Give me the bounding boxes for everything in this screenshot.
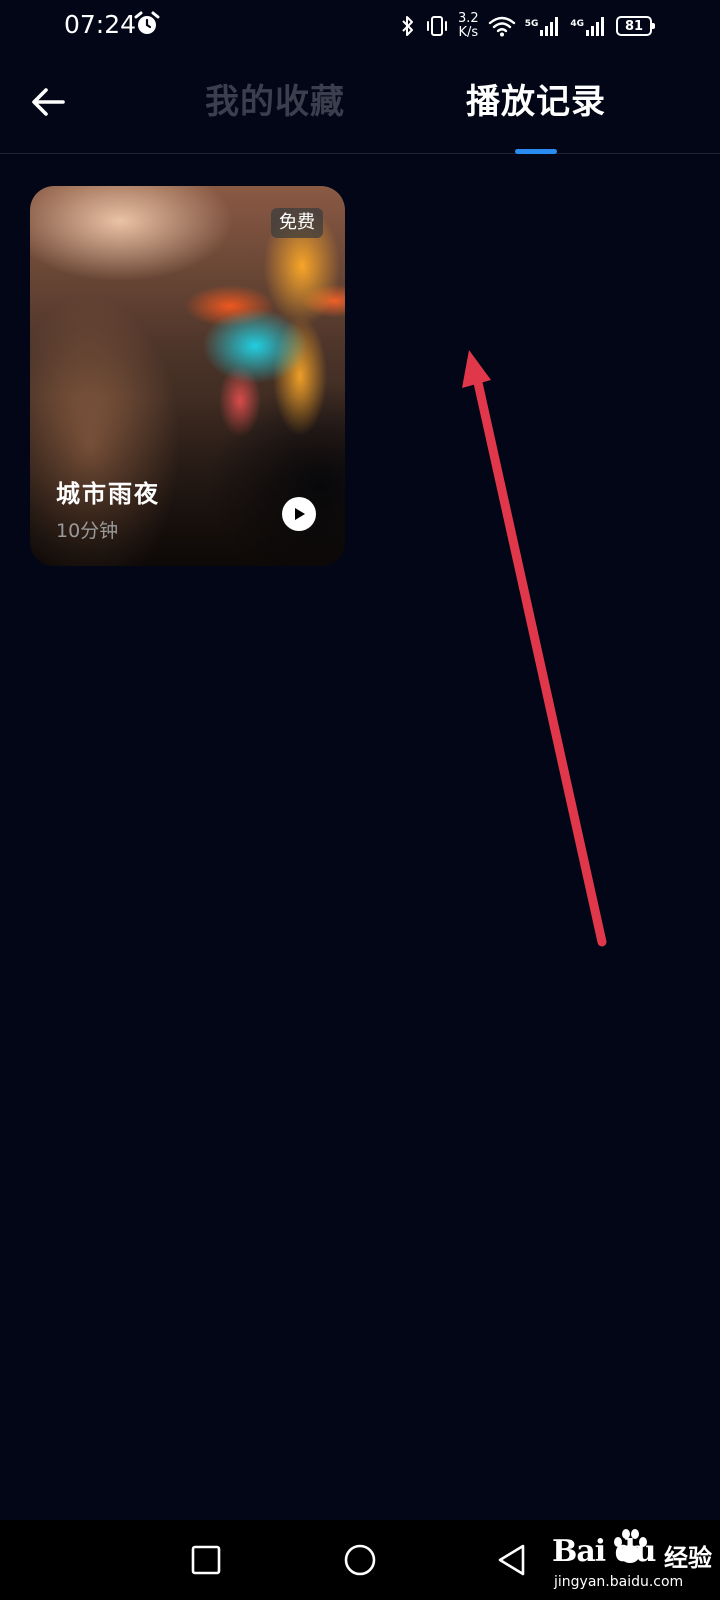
wifi-icon — [488, 16, 515, 37]
status-bar: 07:24 3.2 K/s 5G 4G 81 — [0, 0, 720, 50]
tab-favorites[interactable]: 我的收藏 — [205, 78, 345, 126]
alarm-icon — [134, 11, 160, 34]
header: 我的收藏 播放记录 — [0, 50, 720, 154]
net-speed-value: 3.2 — [458, 11, 479, 26]
arrow-left-icon — [32, 88, 65, 116]
home-icon — [344, 1544, 376, 1576]
signal-2: 4G — [570, 15, 607, 37]
card-duration: 10分钟 — [56, 520, 119, 542]
recent-apps-icon — [191, 1545, 221, 1575]
play-button[interactable] — [282, 497, 316, 531]
battery-level: 81 — [624, 18, 644, 34]
net-speed-unit: K/s — [458, 25, 479, 40]
signal-icon — [586, 17, 604, 36]
navigation-bar — [0, 1520, 720, 1600]
tab-play-history[interactable]: 播放记录 — [466, 78, 606, 126]
battery-icon: 81 — [616, 16, 655, 36]
signal-1-gen: 5G — [524, 19, 539, 29]
signal-2-gen: 4G — [570, 19, 584, 29]
back-nav-button[interactable] — [490, 1538, 534, 1582]
vibrate-icon — [427, 16, 447, 36]
signal-icon — [540, 17, 559, 36]
signal-1: 5G — [525, 15, 562, 37]
bluetooth-icon — [402, 16, 413, 36]
home-button[interactable] — [338, 1538, 382, 1582]
status-icons: 3.2 K/s 5G 4G 81 — [400, 6, 655, 46]
free-badge: 免费 — [271, 208, 323, 238]
net-speed: 3.2 K/s — [458, 12, 479, 40]
back-triangle-icon — [498, 1544, 525, 1576]
play-icon — [295, 508, 305, 520]
history-card[interactable]: 免费 城市雨夜 10分钟 — [30, 186, 345, 566]
card-title: 城市雨夜 — [56, 479, 160, 508]
tab-indicator — [515, 149, 557, 154]
status-time: 07:24 — [64, 10, 137, 39]
recent-apps-button[interactable] — [184, 1538, 228, 1582]
back-button[interactable] — [26, 80, 70, 124]
